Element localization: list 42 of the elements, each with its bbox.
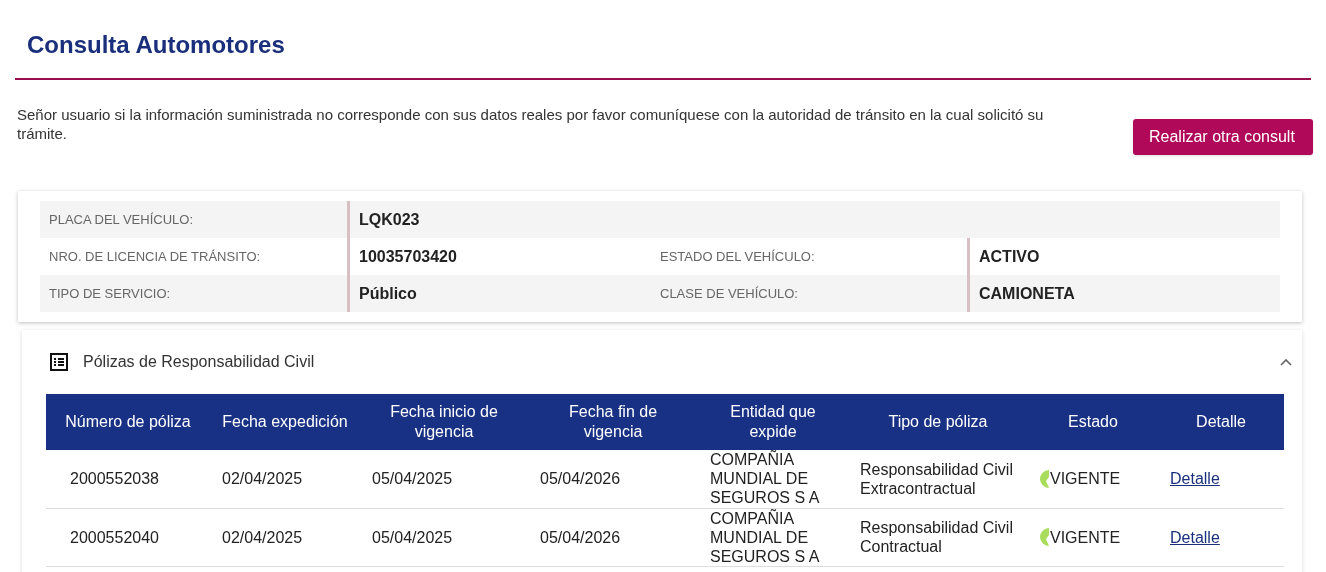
column-header: Estado (1028, 394, 1158, 450)
table-cell: 05/04/2026 (528, 450, 698, 508)
field-value: 10035703420 (359, 246, 457, 267)
column-header: Número de póliza (46, 394, 210, 450)
table-cell: 2000552040 (46, 508, 210, 566)
status-text: VIGENTE (1050, 469, 1121, 489)
detail-link[interactable]: Detalle (1170, 528, 1220, 546)
field-label: TIPO DE SERVICIO: (49, 284, 171, 303)
table-cell: 02/04/2025 (210, 450, 360, 508)
page-title: Consulta Automotores (27, 30, 286, 60)
field-value: Público (359, 283, 417, 304)
column-header: Fecha expedición (210, 394, 360, 450)
status-icon (1040, 527, 1050, 547)
section-title: Pólizas de Responsabilidad Civil (83, 352, 315, 372)
field-value: LQK023 (359, 209, 420, 230)
status-icon (1040, 468, 1050, 489)
table-cell: 05/04/2026 (528, 508, 698, 566)
field-value: ACTIVO (979, 246, 1040, 267)
table-cell: COMPAÑIA MUNDIAL DE SEGUROS S A (698, 508, 848, 566)
table-cell: Responsabilidad Civil Contractual (848, 508, 1028, 566)
table-cell: 05/04/2025 (360, 450, 528, 508)
list-icon (50, 353, 68, 371)
column-header: Fecha fin de vigencia (528, 394, 698, 450)
new-query-button[interactable]: Realizar otra consult (1133, 119, 1313, 155)
field-value: CAMIONETA (979, 283, 1075, 304)
field-label: PLACA DEL VEHÍCULO: (49, 210, 193, 229)
status-text: VIGENTE (1050, 527, 1121, 547)
field-label: ESTADO DEL VEHÍCULO: (660, 247, 815, 266)
collapse-icon[interactable] (1280, 358, 1292, 366)
field-label: CLASE DE VEHÍCULO: (660, 284, 798, 303)
table-cell: Responsabilidad Civil Extracontractual (848, 450, 1028, 508)
table-cell: 05/04/2025 (360, 508, 528, 566)
column-header: Fecha inicio de vigencia (360, 394, 528, 450)
table-cell: 2000552038 (46, 450, 210, 508)
field-label: NRO. DE LICENCIA DE TRÁNSITO: (49, 247, 261, 266)
notice-text: Señor usuario si la información suministrada no corresponde con sus datos reales por favor comuníquese con la autoridad de tránsito en la cual solicitó su trámite. (17, 105, 1045, 143)
table-cell: 02/04/2025 (210, 508, 360, 566)
detail-link[interactable]: Detalle (1170, 470, 1220, 488)
column-header: Entidad que expide (698, 394, 848, 450)
column-header: Detalle (1158, 394, 1284, 450)
column-header: Tipo de póliza (848, 394, 1028, 450)
table-cell: COMPAÑIA MUNDIAL DE SEGUROS S A (698, 450, 848, 508)
